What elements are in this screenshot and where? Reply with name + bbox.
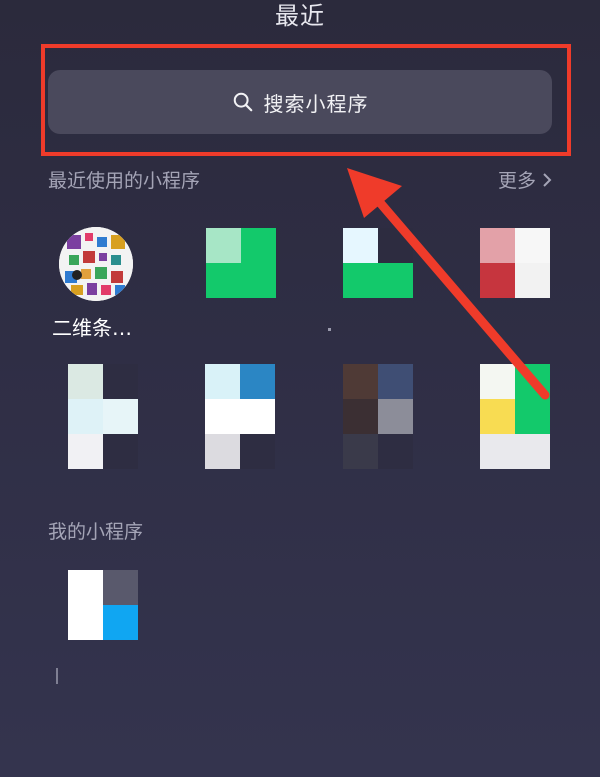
page-title: 最近: [275, 2, 325, 30]
app-icon-image: [480, 228, 550, 298]
app-icon-image: [343, 228, 413, 298]
app-icon-qrcode[interactable]: [59, 227, 133, 301]
app-name-qrcode: 二维条…: [52, 316, 132, 340]
my-section-label: 我的小程序: [48, 521, 144, 543]
search-label: 搜索小程序: [263, 91, 369, 116]
app-icon-image: [480, 364, 550, 469]
search-icon: [233, 92, 252, 112]
app-icon-image: [68, 570, 138, 640]
app-icon-image: [206, 228, 276, 298]
recent-section-label: 最近使用的小程序: [48, 170, 201, 192]
dot-mark: [328, 328, 331, 331]
app-icon-7[interactable]: [343, 364, 413, 469]
app-icon-5[interactable]: [68, 364, 138, 469]
more-label: 更多: [497, 170, 536, 192]
text-fragment-mark: [56, 668, 58, 684]
app-icon-image: [205, 364, 275, 469]
more-link[interactable]: 更多: [498, 166, 552, 193]
chevron-right-icon: [543, 172, 552, 187]
app-icon-image: [68, 364, 138, 469]
app-icon-my-1[interactable]: [68, 570, 138, 640]
qrcode-icon: [59, 227, 133, 301]
app-icon-image: [343, 364, 413, 469]
search-bar[interactable]: 搜索小程序: [48, 70, 552, 134]
app-icon-3[interactable]: [343, 228, 413, 298]
app-icon-2[interactable]: [206, 228, 276, 298]
app-icon-4[interactable]: [480, 228, 550, 298]
app-icon-6[interactable]: [205, 364, 275, 469]
app-icon-8[interactable]: [480, 364, 550, 469]
